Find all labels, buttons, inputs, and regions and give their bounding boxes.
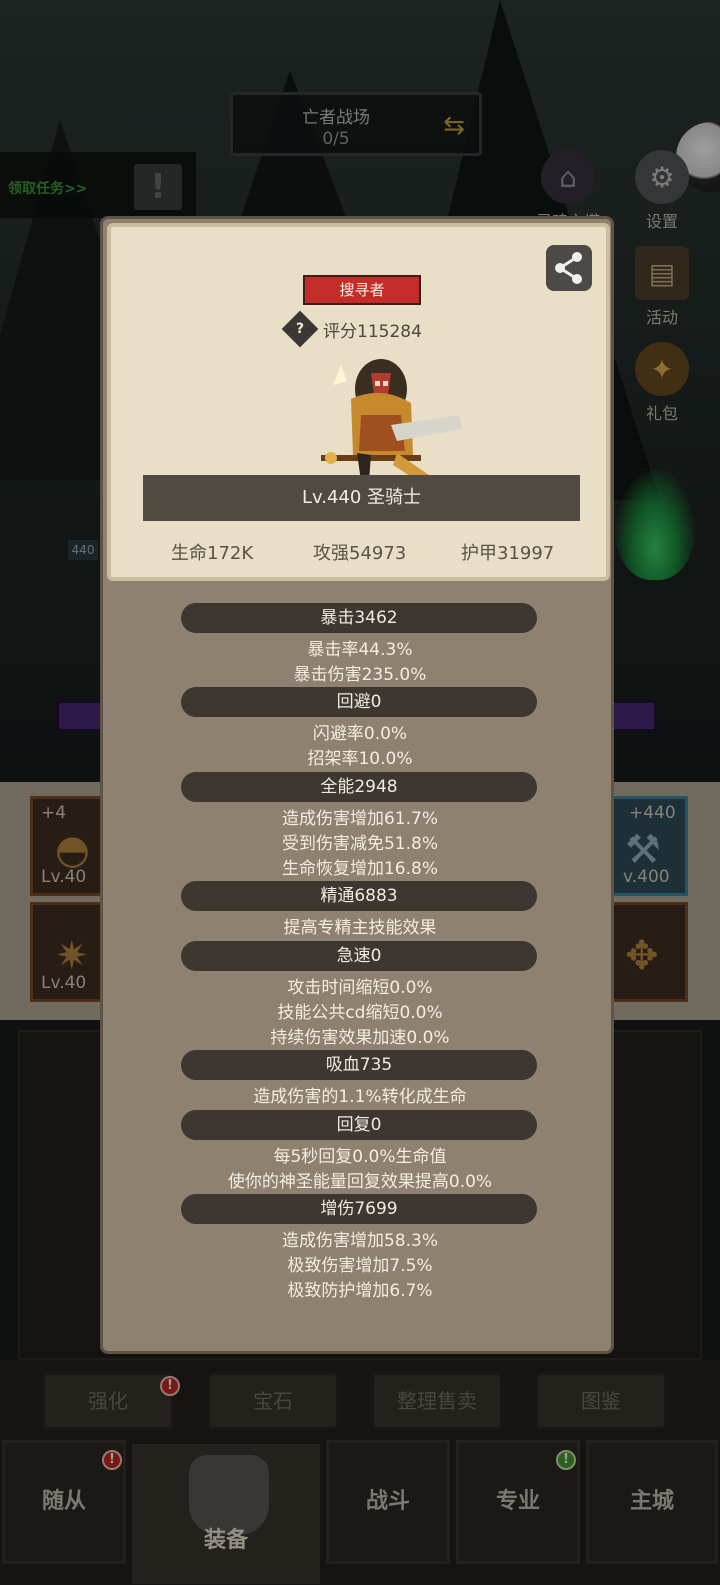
stat-line: 使你的神圣能量回复效果提高0.0%	[227, 1172, 493, 1192]
stat-line: 闪避率0.0%	[312, 724, 408, 744]
stat-section-header: 回避0	[181, 687, 537, 717]
stat-line: 暴击伤害235.0%	[293, 665, 427, 685]
stat-line: 生命恢复增加16.8%	[281, 859, 438, 879]
stat-line: 提高专精主技能效果	[283, 918, 437, 938]
stat-line: 持续伤害效果加速0.0%	[270, 1028, 450, 1048]
stat-armor: 护甲31997	[461, 543, 555, 564]
stat-line: 极致伤害增加7.5%	[287, 1256, 433, 1276]
score-row: ? 评分115284	[281, 310, 422, 348]
stat-line: 造成伤害增加58.3%	[281, 1231, 438, 1251]
stat-line: 极致防护增加6.7%	[287, 1281, 433, 1301]
stat-line: 技能公共cd缩短0.0%	[277, 1003, 443, 1023]
score-value: 评分115284	[323, 321, 422, 342]
stat-line: 造成伤害的1.1%转化成生命	[253, 1087, 467, 1107]
stat-section-header: 回复0	[181, 1110, 537, 1140]
stat-line: 造成伤害增加61.7%	[281, 809, 438, 829]
stat-section-header: 吸血735	[181, 1050, 537, 1080]
class-tag: 搜寻者	[303, 275, 421, 305]
stat-line: 受到伤害减免51.8%	[281, 834, 438, 854]
stat-section-header: 暴击3462	[181, 603, 537, 633]
character-stats-modal: 搜寻者 ? 评分115284 Lv.440 圣骑士 生命172K 攻强54973…	[100, 216, 614, 1354]
character-card: 搜寻者 ? 评分115284 Lv.440 圣骑士 生命172K 攻强54973…	[107, 223, 610, 581]
help-icon[interactable]: ?	[281, 310, 319, 348]
stat-line: 暴击率44.3%	[307, 640, 413, 660]
stat-section-header: 精通6883	[181, 881, 537, 911]
stat-section-header: 急速0	[181, 941, 537, 971]
share-button[interactable]	[546, 245, 592, 291]
stat-section-header: 增伤7699	[181, 1194, 537, 1224]
stat-line: 招架率10.0%	[307, 749, 413, 769]
stat-hp: 生命172K	[171, 543, 254, 564]
stat-attack: 攻强54973	[313, 543, 407, 564]
share-icon	[555, 252, 582, 284]
character-name: Lv.440 圣骑士	[143, 475, 580, 521]
stat-section-header: 全能2948	[181, 772, 537, 802]
stat-line: 每5秒回复0.0%生命值	[273, 1147, 447, 1167]
paladin-character-sprite	[321, 359, 463, 483]
stat-line: 攻击时间缩短0.0%	[287, 978, 433, 998]
